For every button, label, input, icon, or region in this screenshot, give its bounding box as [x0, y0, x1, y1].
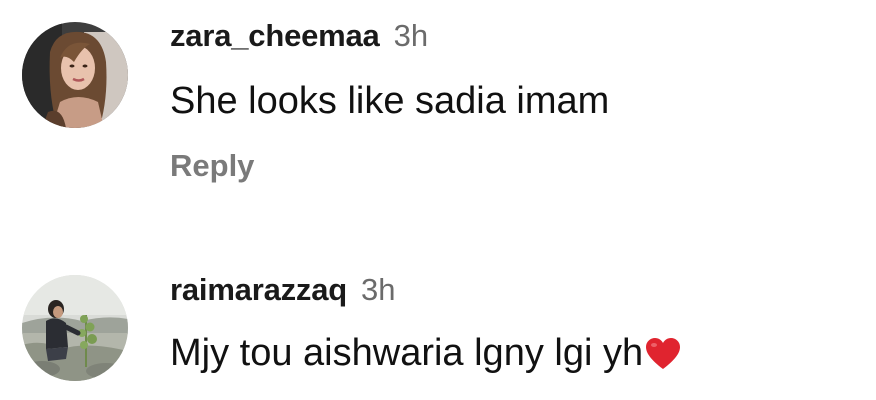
username[interactable]: raimarazzaq — [170, 272, 347, 308]
comment-item: raimarazzaq 3h Mjy tou aishwaria lgny lg… — [0, 248, 876, 400]
heart-icon — [645, 337, 681, 371]
comment-text: She looks like sadia imam — [170, 80, 610, 122]
comment-meta: raimarazzaq 3h — [170, 272, 396, 308]
avatar[interactable] — [22, 22, 128, 128]
username[interactable]: zara_cheemaa — [170, 18, 380, 54]
profile-photo-child-outdoors — [22, 275, 128, 381]
comment-text: Mjy tou aishwaria lgny lgi yh — [170, 332, 681, 375]
timestamp: 3h — [393, 18, 429, 53]
comment-item: zara_cheemaa 3h She looks like sadia ima… — [0, 0, 876, 200]
comment-text-content: Mjy tou aishwaria lgny lgi yh — [170, 332, 644, 374]
comment-meta: zara_cheemaa 3h — [170, 18, 428, 54]
profile-photo-woman — [22, 22, 128, 128]
reply-button[interactable]: Reply — [170, 148, 254, 184]
timestamp: 3h — [361, 272, 396, 307]
avatar[interactable] — [22, 275, 128, 381]
